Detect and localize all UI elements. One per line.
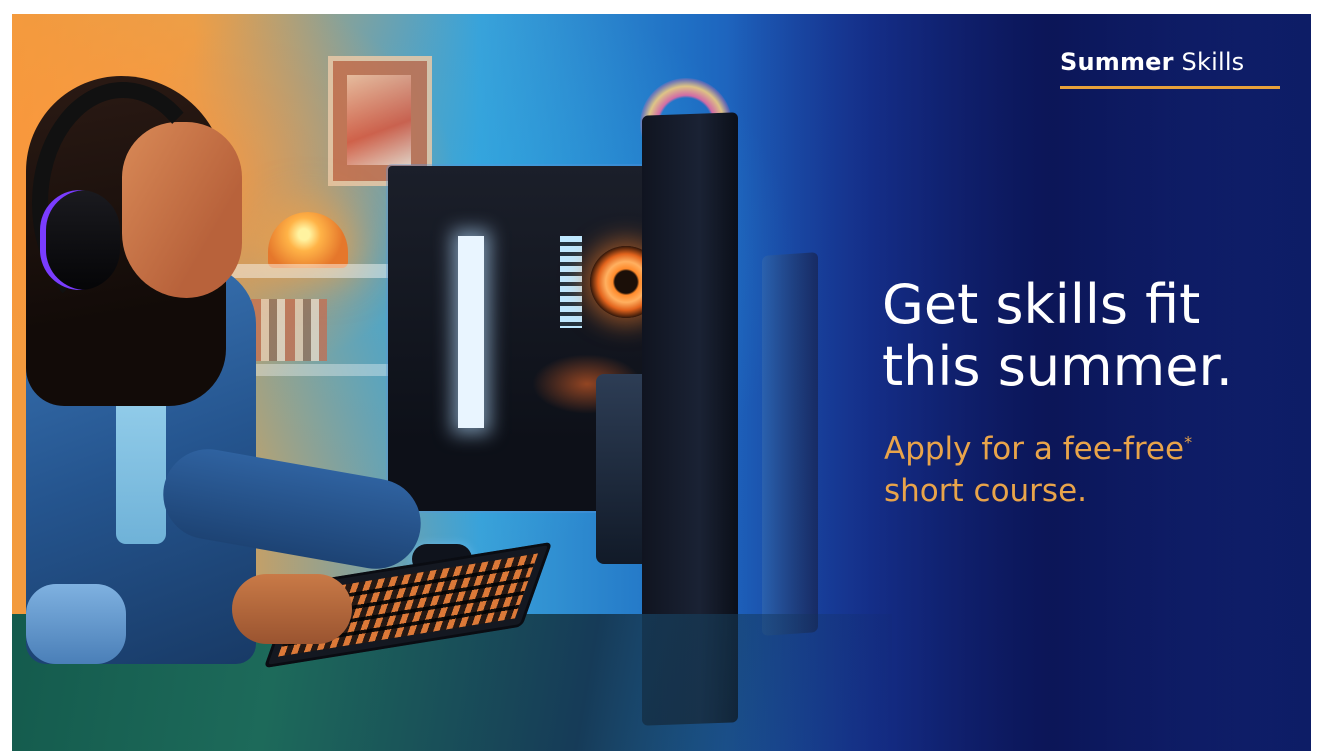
- person-sleeve: [26, 584, 126, 664]
- headline-line-2: this summer.: [882, 335, 1233, 398]
- headline: Get skills fit this summer.: [882, 274, 1302, 398]
- subheadline: Apply for a fee-free* short course.: [884, 428, 1304, 512]
- brand-word-skills: Skills: [1181, 48, 1245, 76]
- monitor: [762, 252, 818, 636]
- subheadline-line-1: Apply for a fee-free*: [884, 428, 1304, 470]
- subheadline-line-2: short course.: [884, 473, 1087, 509]
- pc-led-strip: [458, 236, 484, 428]
- person-hand: [232, 574, 352, 644]
- pc-ram-lights: [560, 236, 582, 328]
- subheadline-text: Apply for a fee-free: [884, 431, 1185, 467]
- brand-underline: [1060, 86, 1280, 89]
- shelf: [212, 264, 392, 278]
- headphone-earcup: [40, 190, 120, 290]
- headline-line-1: Get skills fit: [882, 273, 1201, 336]
- lamp: [268, 212, 348, 268]
- footnote-asterisk: *: [1184, 432, 1193, 452]
- brand-logo: Summer Skills: [1060, 48, 1244, 76]
- brand-word-summer: Summer: [1060, 48, 1174, 76]
